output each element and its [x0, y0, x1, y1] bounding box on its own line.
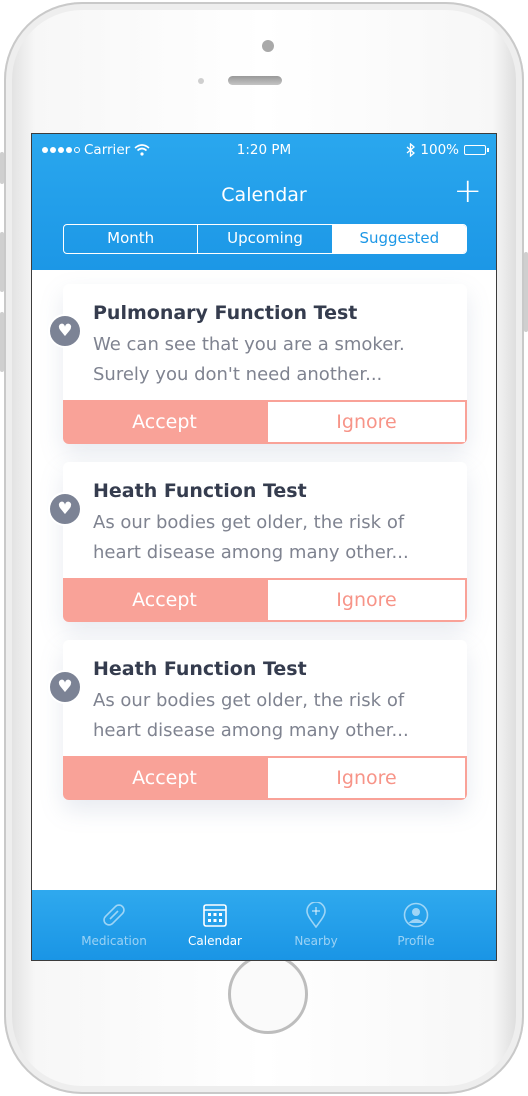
nav-header: Carrier 1:20 PM 100% Calendar + Month Up… — [32, 134, 496, 270]
battery-percent: 100% — [420, 142, 459, 158]
card-actions: Accept Ignore — [63, 400, 467, 444]
volume-up-button — [0, 232, 4, 292]
tab-label: Nearby — [294, 934, 338, 948]
tab-calendar[interactable]: Calendar — [165, 902, 265, 948]
app-screen: Carrier 1:20 PM 100% Calendar + Month Up… — [31, 133, 497, 961]
accept-button[interactable]: Accept — [63, 400, 266, 444]
profile-icon — [403, 902, 429, 928]
tab-profile[interactable]: Profile — [366, 902, 466, 948]
card-actions: Accept Ignore — [63, 578, 467, 622]
location-pin-icon — [306, 902, 326, 928]
tab-label: Calendar — [188, 934, 242, 948]
tab-label: Profile — [397, 934, 435, 948]
segment-month[interactable]: Month — [64, 225, 199, 253]
pill-icon — [103, 904, 125, 926]
bluetooth-icon — [406, 143, 416, 157]
volume-down-button — [0, 312, 4, 372]
ignore-button[interactable]: Ignore — [266, 400, 467, 444]
card-description: We can see that you are a smoker. Surely … — [93, 334, 405, 385]
accept-button[interactable]: Accept — [63, 578, 266, 622]
card-title: Heath Function Test — [93, 658, 307, 680]
suggestion-card: ♥ Heath Function Test As our bodies get … — [48, 640, 467, 800]
power-button — [524, 252, 528, 332]
heart-icon[interactable]: ♥ — [48, 670, 82, 704]
card-description: As our bodies get older, the risk of hear… — [93, 512, 409, 563]
suggestion-card: ♥ Pulmonary Function Test We can see tha… — [48, 284, 467, 444]
accept-button[interactable]: Accept — [63, 756, 266, 800]
battery-icon — [464, 145, 489, 155]
ignore-button[interactable]: Ignore — [266, 578, 467, 622]
segmented-control: Month Upcoming Suggested — [63, 224, 467, 254]
segment-suggested[interactable]: Suggested — [332, 225, 466, 253]
ignore-button[interactable]: Ignore — [266, 756, 467, 800]
heart-icon[interactable]: ♥ — [48, 314, 82, 348]
segment-upcoming[interactable]: Upcoming — [198, 225, 333, 253]
tab-label: Medication — [81, 934, 147, 948]
front-camera — [262, 40, 274, 52]
suggestion-card: ♥ Heath Function Test As our bodies get … — [48, 462, 467, 622]
card-description: As our bodies get older, the risk of hear… — [93, 690, 409, 741]
earpiece-speaker — [228, 76, 282, 85]
mute-switch — [0, 152, 4, 184]
heart-icon[interactable]: ♥ — [48, 492, 82, 526]
card-title: Pulmonary Function Test — [93, 302, 358, 324]
proximity-sensor — [198, 78, 204, 84]
page-title: Calendar — [221, 184, 307, 206]
calendar-icon — [203, 904, 227, 927]
tab-nearby[interactable]: Nearby — [266, 902, 366, 948]
add-icon[interactable]: + — [454, 174, 483, 208]
tab-bar: Medication Calendar Nearby Profile — [32, 890, 496, 960]
tab-medication[interactable]: Medication — [64, 902, 164, 948]
card-title: Heath Function Test — [93, 480, 307, 502]
card-actions: Accept Ignore — [63, 756, 467, 800]
suggestion-list: ♥ Pulmonary Function Test We can see tha… — [32, 270, 496, 891]
status-bar: Carrier 1:20 PM 100% — [32, 142, 496, 162]
home-button[interactable] — [228, 954, 308, 1034]
